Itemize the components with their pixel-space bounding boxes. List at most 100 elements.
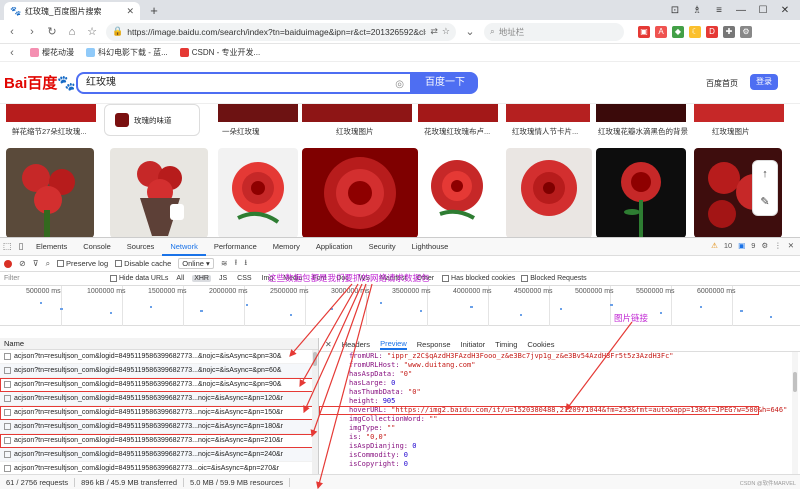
more-options-icon[interactable]: ⋮ xyxy=(774,241,782,250)
tab-elements[interactable]: Elements xyxy=(28,238,75,256)
scrollbar-thumb[interactable] xyxy=(793,372,797,392)
tab-application[interactable]: Application xyxy=(308,238,361,256)
bookmark-item-1[interactable]: 科幻电影下载 - 蓝... xyxy=(86,47,168,58)
tab-preview[interactable]: Preview xyxy=(380,339,407,350)
hide-data-urls-checkbox[interactable]: Hide data URLs xyxy=(110,275,168,282)
feedback-edit-icon[interactable]: ✎ xyxy=(760,195,769,208)
request-row[interactable]: acjson?tn=resultjson_com&logid=849511958… xyxy=(0,420,318,434)
inspect-element-icon[interactable]: ⬚ xyxy=(0,241,14,252)
close-tab-icon[interactable]: ✕ xyxy=(126,6,134,17)
device-toolbar-icon[interactable]: ▯ xyxy=(14,241,28,252)
preview-json-tree[interactable]: fromURL: "ippr_z2C$qAzdH3FAzdH3Fooo_z&e3… xyxy=(318,352,800,474)
reload-icon[interactable]: ↻ xyxy=(46,25,58,38)
search-input[interactable]: 红玫瑰 ◎ xyxy=(76,72,412,94)
related-search-card[interactable]: 玫瑰的味道 xyxy=(104,104,200,136)
result-image-0[interactable] xyxy=(6,104,96,122)
request-row[interactable]: acjson?tn=resultjson_com&logid=849511958… xyxy=(0,350,318,364)
extension-red-icon[interactable]: ▣ xyxy=(638,25,650,38)
expand-icon[interactable]: ⌄ xyxy=(464,25,476,38)
tab-network[interactable]: Network xyxy=(162,238,206,256)
request-row[interactable]: acjson?tn=resultjson_com&logid=849511958… xyxy=(0,448,318,462)
baidu-logo[interactable]: Bai百度🐾 xyxy=(4,72,76,93)
rose-image-0[interactable] xyxy=(6,148,94,237)
extensions-icon[interactable]: ✚ xyxy=(723,25,735,38)
bookmark-item-0[interactable]: 樱花动漫 xyxy=(30,47,74,58)
image-caption[interactable]: 鲜花缩节27朵红玫瑰... xyxy=(12,126,87,137)
request-row[interactable]: acjson?tn=resultjson_com&logid=849511958… xyxy=(0,462,318,474)
request-row-highlighted[interactable]: acjson?tn=resultjson_com&logid=849511958… xyxy=(0,434,318,448)
blocked-requests-checkbox[interactable]: Blocked Requests xyxy=(521,275,587,282)
network-overview-timeline[interactable]: 500000 ms 1000000 ms 1500000 ms 2000000 … xyxy=(0,286,800,326)
rose-image-6[interactable] xyxy=(596,148,686,237)
url-bar[interactable]: 🔒 https://image.baidu.com/search/index?t… xyxy=(106,22,456,41)
back-icon[interactable]: ‹ xyxy=(6,26,18,38)
close-window-icon[interactable]: ✕ xyxy=(778,5,792,16)
tab-security[interactable]: Security xyxy=(361,238,404,256)
tab-response[interactable]: Response xyxy=(417,340,451,349)
star-icon[interactable]: ☆ xyxy=(86,25,98,38)
tab-lighthouse[interactable]: Lighthouse xyxy=(404,238,457,256)
filter-type-all[interactable]: All xyxy=(174,275,186,282)
filter-type-xhr[interactable]: XHR xyxy=(192,275,211,282)
settings-gear-icon[interactable]: ⚙ xyxy=(761,241,768,250)
back-to-top-icon[interactable]: ↑ xyxy=(762,168,768,180)
skin-icon[interactable]: ♗ xyxy=(690,5,704,16)
home-icon[interactable]: ⌂ xyxy=(66,26,78,38)
rose-image-1[interactable] xyxy=(110,148,208,237)
baidu-home-link[interactable]: 百度首页 xyxy=(706,78,738,89)
warning-icon[interactable]: ⚠ xyxy=(711,241,718,250)
result-image-5[interactable] xyxy=(596,104,686,122)
result-image-4[interactable] xyxy=(506,104,590,122)
image-caption[interactable]: 花玫瑰红玫瑰布卢... xyxy=(424,126,490,137)
disable-cache-checkbox[interactable]: Disable cache xyxy=(115,259,171,268)
tab-cookies[interactable]: Cookies xyxy=(527,340,554,349)
menu-icon[interactable]: ≡ xyxy=(712,5,726,16)
tab-performance[interactable]: Performance xyxy=(206,238,265,256)
search-button[interactable]: 百度一下 xyxy=(412,72,478,94)
clear-icon[interactable]: ⊘ xyxy=(19,259,26,268)
filter-type-css[interactable]: CSS xyxy=(235,275,253,282)
rose-image-2[interactable] xyxy=(218,148,298,237)
puzzle-icon[interactable]: ⚙ xyxy=(740,25,752,38)
extension-moon-icon[interactable]: ☾ xyxy=(689,25,701,38)
tab-headers[interactable]: Headers xyxy=(342,340,370,349)
image-caption[interactable]: 红玫瑰情人节卡片... xyxy=(512,126,578,137)
new-tab-button[interactable]: + xyxy=(146,3,162,18)
issues-icon[interactable]: ▣ xyxy=(738,241,745,250)
request-list-header[interactable]: Name xyxy=(0,338,318,350)
extension-pdf-icon[interactable]: A xyxy=(655,25,667,38)
throttling-select[interactable]: Online ▾ xyxy=(178,258,214,269)
login-button[interactable]: 登录 xyxy=(750,74,778,90)
rose-image-4[interactable] xyxy=(418,148,496,237)
close-devtools-icon[interactable]: ✕ xyxy=(788,241,794,250)
image-caption[interactable]: 红玫瑰花瓣水滴黑色的背景 xyxy=(598,126,688,137)
image-caption[interactable]: 一朵红玫瑰 xyxy=(222,126,260,137)
maximize-icon[interactable]: ☐ xyxy=(756,5,770,16)
profile-icon[interactable]: ⊡ xyxy=(668,5,682,16)
request-row[interactable]: acjson?tn=resultjson_com&logid=849511958… xyxy=(0,364,318,378)
search-icon[interactable]: ⌕ xyxy=(46,259,50,269)
tab-memory[interactable]: Memory xyxy=(265,238,308,256)
blocked-cookies-checkbox[interactable]: Has blocked cookies xyxy=(442,275,515,282)
tab-timing[interactable]: Timing xyxy=(495,340,517,349)
url-text[interactable]: https://image.baidu.com/search/index?tn=… xyxy=(127,27,426,37)
network-conditions-icon[interactable]: ≋ xyxy=(221,259,228,268)
export-icon[interactable]: ⭳ xyxy=(244,257,247,271)
result-image-1[interactable] xyxy=(218,104,298,122)
translate-icon[interactable]: ⇄ xyxy=(430,26,438,37)
filter-input[interactable]: Filter xyxy=(4,275,104,282)
result-image-6[interactable] xyxy=(694,104,784,122)
tab-initiator[interactable]: Initiator xyxy=(461,340,486,349)
request-row-highlighted[interactable]: acjson?tn=resultjson_com&logid=849511958… xyxy=(0,406,318,420)
bookmark-collapse-icon[interactable]: ‹ xyxy=(6,47,18,59)
minimize-icon[interactable]: — xyxy=(734,5,748,16)
image-caption[interactable]: 红玫瑰图片 xyxy=(712,126,750,137)
camera-icon[interactable]: ◎ xyxy=(395,76,404,94)
bookmark-item-2[interactable]: CSDN - 专业开发... xyxy=(179,47,260,58)
browser-tab[interactable]: 🐾 红玫瑰_百度图片搜索 ✕ xyxy=(4,2,140,20)
tab-sources[interactable]: Sources xyxy=(119,238,163,256)
extension-d-icon[interactable]: D xyxy=(706,25,718,38)
filter-icon[interactable]: ⊽ xyxy=(33,259,39,268)
import-icon[interactable]: ⭱ xyxy=(235,257,238,271)
rose-image-5[interactable] xyxy=(506,148,592,237)
